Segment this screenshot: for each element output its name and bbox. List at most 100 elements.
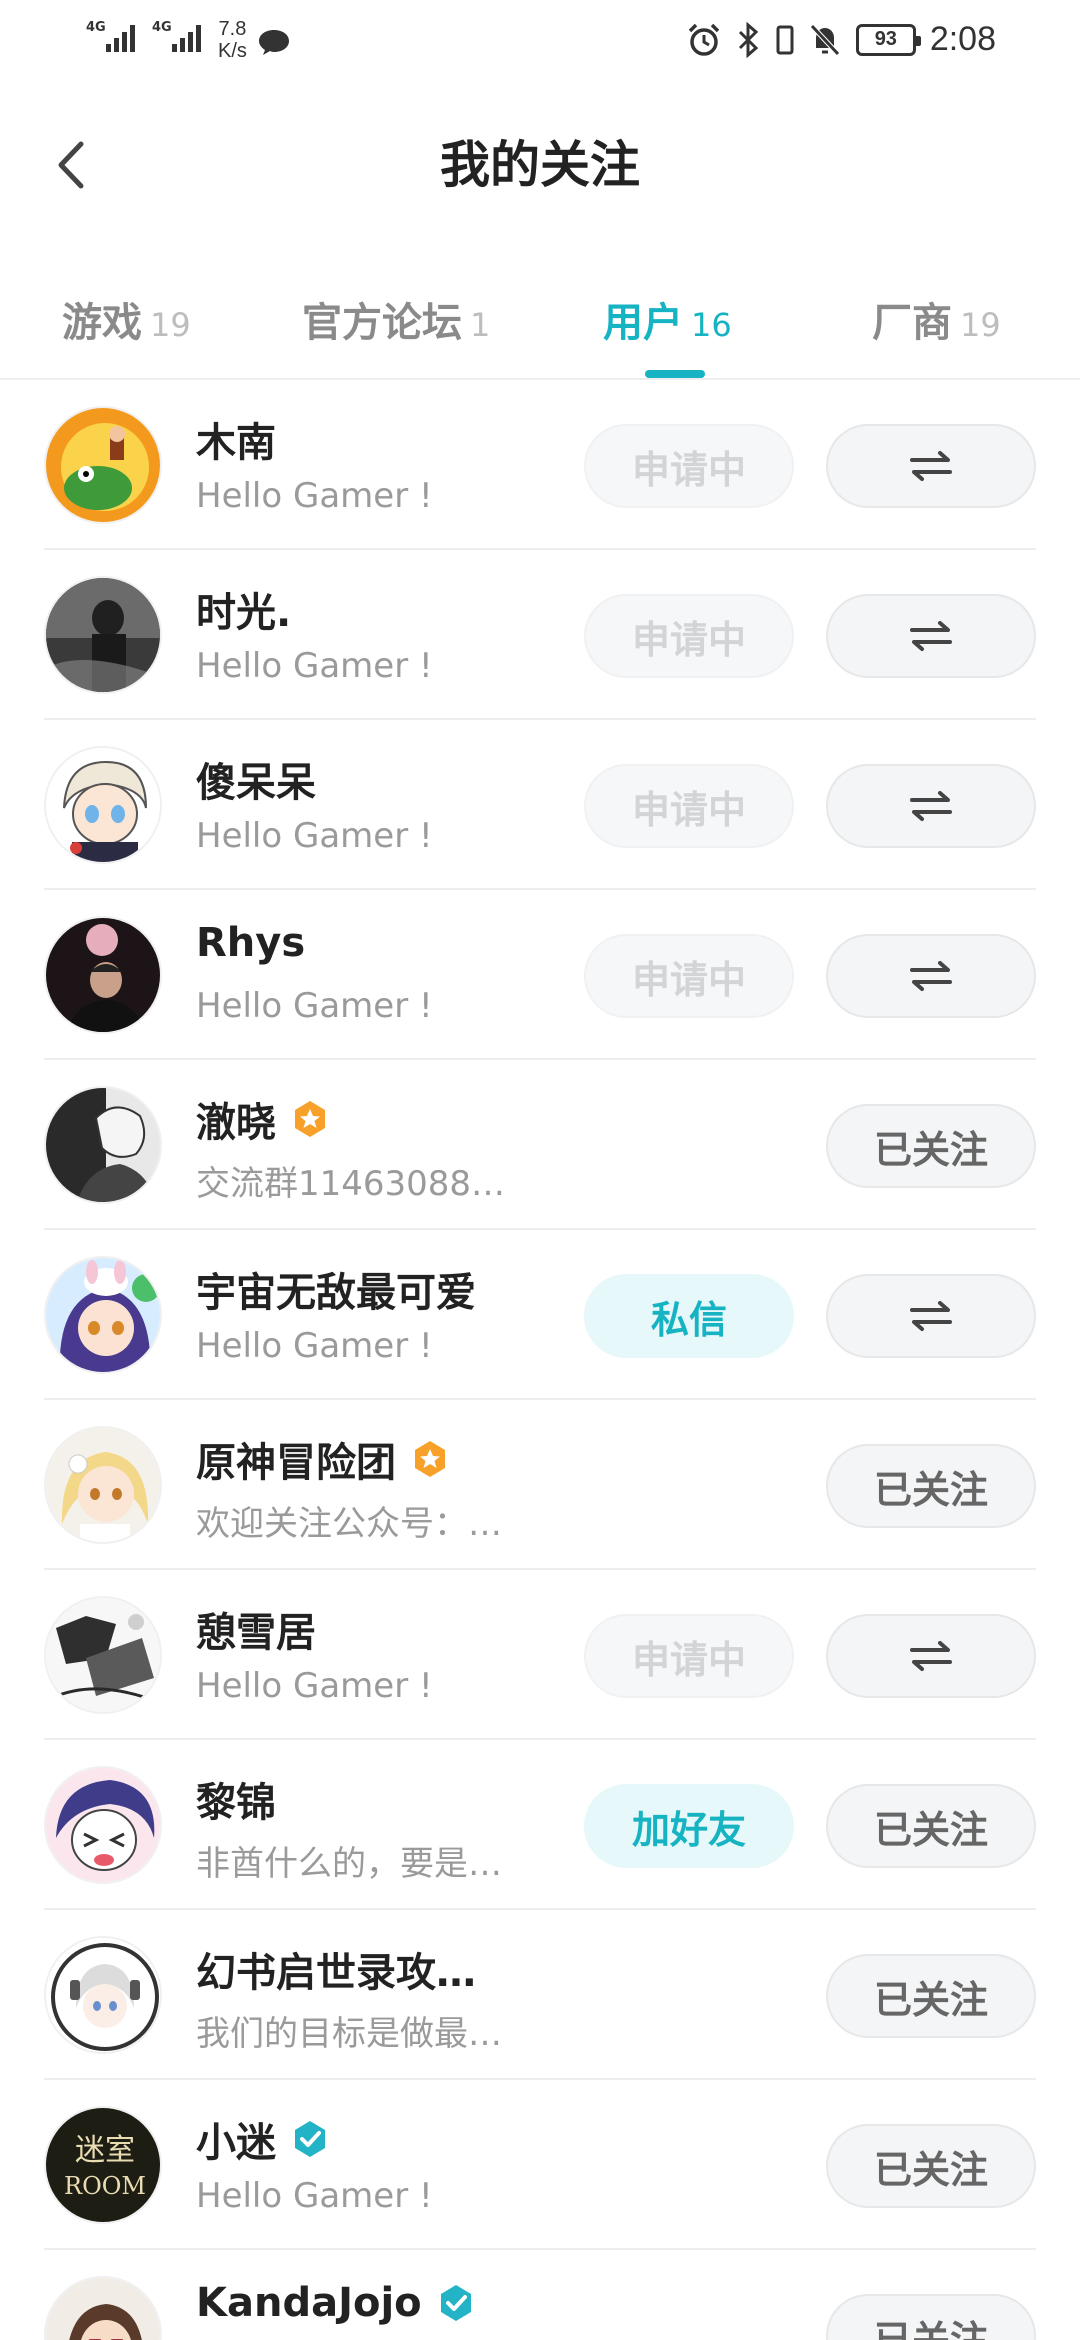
user-name: 憩雪居: [196, 1610, 316, 1656]
tab-users[interactable]: 用户 16: [603, 290, 732, 348]
tab-vendors[interactable]: 厂商 19: [872, 290, 1001, 348]
status-left: 4G 4G 7.8 K/s: [86, 18, 291, 62]
list-item[interactable]: 幻书启世录攻… 我们的目标是做最… 已关注: [0, 1910, 1080, 2080]
name-line: 澈晓: [196, 1090, 330, 1148]
list-item[interactable]: 宇宙无敌最可爱 Hello Gamer ! 私信: [0, 1230, 1080, 1400]
pending-request-button[interactable]: 申请中: [584, 934, 794, 1018]
avatar[interactable]: [44, 1766, 162, 1884]
list-item[interactable]: 木南 Hello Gamer ! 申请中: [0, 380, 1080, 550]
mutual-follow-button[interactable]: [826, 1614, 1036, 1698]
tab-label: 官方论坛: [302, 300, 462, 346]
tab-count: 16: [691, 306, 732, 344]
signal-icon-2: 4G: [152, 18, 208, 58]
avatar[interactable]: 迷室 ROOM: [44, 2106, 162, 2224]
user-name: 小迷: [196, 2120, 276, 2166]
user-bio: Hello Gamer !: [196, 816, 433, 856]
orange-star-badge-icon: [295, 1101, 325, 1137]
followed-button[interactable]: 已关注: [826, 1784, 1036, 1868]
avatar[interactable]: [44, 1426, 162, 1544]
list-item[interactable]: Rhys Hello Gamer ! 申请中: [0, 890, 1080, 1060]
user-bio: Hello Gamer !: [196, 986, 433, 1026]
teal-check-badge-icon: [295, 2121, 325, 2157]
private-message-button[interactable]: 私信: [584, 1274, 794, 1358]
user-bio: Hello Gamer !: [196, 1666, 433, 1706]
swap-arrows-icon: [910, 1301, 952, 1331]
user-list: 木南 Hello Gamer ! 申请中 时光. Hello Gamer ! 申…: [0, 380, 1080, 2340]
avatar[interactable]: [44, 1936, 162, 2054]
page-title: 我的关注: [440, 136, 640, 194]
user-name: 澈晓: [196, 1100, 276, 1146]
mutual-follow-button[interactable]: [826, 1274, 1036, 1358]
list-item[interactable]: 黎锦 非酋什么的，要是… 加好友 已关注: [0, 1740, 1080, 1910]
tab-games[interactable]: 游戏 19: [62, 290, 191, 348]
mutual-follow-button[interactable]: [826, 424, 1036, 508]
avatar[interactable]: [44, 2276, 162, 2340]
tab-official-forum[interactable]: 官方论坛 1: [302, 290, 490, 348]
message-bubble-icon: [258, 30, 289, 55]
list-item[interactable]: KandaJojo 已关注: [0, 2250, 1080, 2340]
add-friend-button[interactable]: 加好友: [584, 1784, 794, 1868]
followed-button[interactable]: 已关注: [826, 1104, 1036, 1188]
network-speed: 7.8 K/s: [218, 18, 247, 62]
clock: 2:08: [929, 20, 996, 58]
avatar[interactable]: [44, 1596, 162, 1714]
user-bio: Hello Gamer !: [196, 646, 433, 686]
pending-request-button[interactable]: 申请中: [584, 1614, 794, 1698]
signal-icon: 4G: [86, 18, 142, 58]
pending-request-button[interactable]: 申请中: [584, 594, 794, 678]
tab-count: 19: [960, 306, 1001, 344]
mute-bell-icon: [809, 23, 840, 56]
name-line: 幻书启世录攻…: [196, 1940, 476, 1998]
tab-count: 19: [150, 306, 191, 344]
mutual-follow-button[interactable]: [826, 934, 1036, 1018]
header: 我的关注: [0, 100, 1080, 230]
avatar[interactable]: [44, 1256, 162, 1374]
network-speed-unit: K/s: [218, 40, 247, 62]
user-name: KandaJojo: [196, 2280, 422, 2326]
list-item[interactable]: 迷室 ROOM 小迷 Hello Gamer ! 已关注: [0, 2080, 1080, 2250]
user-name: 时光.: [196, 590, 292, 636]
followed-button[interactable]: 已关注: [826, 1954, 1036, 2038]
pending-request-button[interactable]: 申请中: [584, 424, 794, 508]
mutual-follow-button[interactable]: [826, 764, 1036, 848]
teal-check-badge-icon: [440, 2285, 471, 2321]
followed-button[interactable]: 已关注: [826, 2294, 1036, 2340]
name-line: KandaJojo: [196, 2280, 476, 2326]
name-line: 宇宙无敌最可爱: [196, 1260, 476, 1318]
list-item[interactable]: 原神冒险团 欢迎关注公众号：… 已关注: [0, 1400, 1080, 1570]
name-line: 小迷: [196, 2110, 330, 2168]
list-item[interactable]: 傻呆呆 Hello Gamer ! 申请中: [0, 720, 1080, 890]
network-speed-value: 7.8: [218, 18, 247, 40]
network-type-label-2: 4G: [152, 20, 172, 35]
followed-button[interactable]: 已关注: [826, 1444, 1036, 1528]
avatar-text: ROOM: [64, 2172, 146, 2200]
user-name: Rhys: [196, 920, 306, 966]
name-line: 原神冒险团: [196, 1430, 450, 1488]
pending-request-button[interactable]: 申请中: [584, 764, 794, 848]
avatar[interactable]: [44, 746, 162, 864]
user-bio: 非酋什么的，要是…: [196, 1844, 502, 1884]
bluetooth-icon: [738, 21, 759, 58]
avatar-text: 迷室: [75, 2133, 135, 2168]
list-item[interactable]: 憩雪居 Hello Gamer ! 申请中: [0, 1570, 1080, 1740]
user-name: 宇宙无敌最可爱: [196, 1270, 476, 1316]
user-bio: 我们的目标是做最…: [196, 2014, 502, 2054]
tab-label: 用户: [603, 300, 683, 346]
alarm-icon: [688, 23, 720, 56]
followed-button[interactable]: 已关注: [826, 2124, 1036, 2208]
mutual-follow-button[interactable]: [826, 594, 1036, 678]
list-item[interactable]: 澈晓 交流群11463088… 已关注: [0, 1060, 1080, 1230]
swap-arrows-icon: [910, 791, 952, 821]
user-bio: 欢迎关注公众号：…: [196, 1504, 502, 1544]
avatar[interactable]: [44, 916, 162, 1034]
tab-count: 1: [470, 306, 491, 344]
avatar[interactable]: [44, 576, 162, 694]
battery-icon: 93: [855, 23, 921, 56]
avatar[interactable]: [44, 1086, 162, 1204]
avatar[interactable]: [44, 406, 162, 524]
user-bio: Hello Gamer !: [196, 476, 433, 516]
list-item[interactable]: 时光. Hello Gamer ! 申请中: [0, 550, 1080, 720]
name-line: 时光.: [196, 580, 291, 638]
status-bar: 4G 4G 7.8 K/s 93 2:08: [0, 0, 1080, 80]
tab-label: 游戏: [62, 300, 142, 346]
